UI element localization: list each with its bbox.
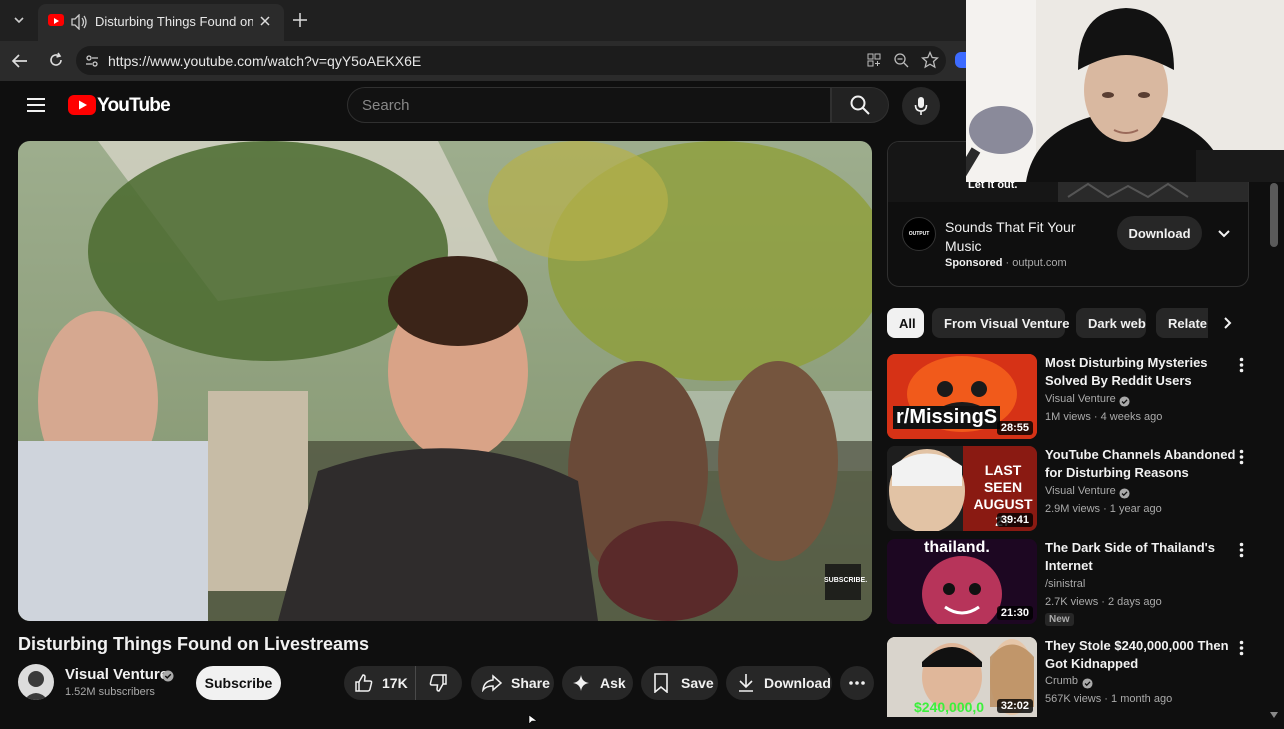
voice-search-button[interactable] xyxy=(902,87,940,125)
rec-more-vertical-icon[interactable] xyxy=(1239,449,1244,470)
new-tab-icon[interactable] xyxy=(290,10,310,30)
rec-more-vertical-icon[interactable] xyxy=(1239,542,1244,563)
ad-sponsor-line: Sponsored · output.com xyxy=(945,257,1067,269)
rec-title[interactable]: They Stole $240,000,000 Then Got Kidnappe… xyxy=(1045,637,1229,673)
chips-next-chevron-icon[interactable] xyxy=(1212,308,1244,338)
rec-thumbnail[interactable]: $240,000,0 32:02 xyxy=(887,637,1037,717)
browser-tab-active[interactable]: Disturbing Things Found on Li xyxy=(38,4,284,41)
tab-title: Disturbing Things Found on Li xyxy=(95,14,253,29)
rec-title[interactable]: The Dark Side of Thailand's Internet xyxy=(1045,539,1215,575)
subscriber-count: 1.52M subscribers xyxy=(65,686,155,698)
chip-all[interactable]: All xyxy=(887,308,924,338)
search-icon xyxy=(850,95,870,115)
reload-icon[interactable] xyxy=(46,50,66,70)
app-install-icon[interactable] xyxy=(866,52,882,73)
channel-avatar[interactable] xyxy=(18,664,54,700)
ask-button[interactable]: Ask xyxy=(562,666,633,700)
rec-thumbnail-text: $240,000,0 xyxy=(914,699,985,715)
more-actions-button[interactable] xyxy=(840,666,874,700)
webcam-overlay xyxy=(966,0,1284,182)
channel-name[interactable]: Visual Venture xyxy=(65,666,168,683)
page-scrollbar-track[interactable] xyxy=(1268,133,1280,720)
hamburger-menu-icon[interactable] xyxy=(26,97,46,118)
search-placeholder: Search xyxy=(362,97,410,114)
back-arrow-icon[interactable] xyxy=(10,51,30,71)
download-icon xyxy=(739,674,753,692)
rec-duration: 28:55 xyxy=(996,421,1033,435)
ad-domain: · output.com xyxy=(1005,257,1067,269)
thumbs-up-icon xyxy=(355,674,373,692)
scroll-down-arrow-icon[interactable] xyxy=(1270,705,1278,723)
sponsored-label: Sponsored xyxy=(945,257,1003,269)
search-input[interactable]: Search xyxy=(347,87,831,123)
rec-channel[interactable]: Visual Venture xyxy=(1045,482,1116,500)
subscribe-button[interactable]: Subscribe xyxy=(196,666,281,700)
rec-more-vertical-icon[interactable] xyxy=(1239,357,1244,378)
youtube-favicon-icon xyxy=(48,14,64,26)
video-player[interactable]: SUBSCRIBE. xyxy=(18,141,872,621)
search-button[interactable] xyxy=(831,87,889,123)
ad-avatar[interactable]: OUTPUT xyxy=(902,217,936,251)
new-badge: New xyxy=(1045,613,1074,626)
dislike-button[interactable] xyxy=(416,666,460,700)
rec-duration: 21:30 xyxy=(996,606,1033,620)
download-label: Download xyxy=(764,675,831,691)
like-button[interactable]: 17K xyxy=(344,666,416,700)
ask-label: Ask xyxy=(600,675,626,691)
tab-list-chevron-icon[interactable] xyxy=(8,9,30,31)
rec-thumbnail-text: thailand. xyxy=(924,539,990,556)
share-label: Share xyxy=(511,675,550,691)
save-label: Save xyxy=(681,675,714,691)
mouse-cursor-icon xyxy=(528,711,538,729)
bookmark-star-icon[interactable] xyxy=(920,50,940,74)
video-frame-image xyxy=(18,141,872,621)
download-button[interactable]: Download xyxy=(726,666,832,700)
address-bar[interactable]: https://www.youtube.com/watch?v=qyY5oAEK… xyxy=(76,46,946,75)
rec-duration: 39:41 xyxy=(996,513,1033,527)
share-button[interactable]: Share xyxy=(471,666,554,700)
rec-thumbnail[interactable]: thailand. 21:30 xyxy=(887,539,1037,624)
thumbs-down-icon xyxy=(429,674,447,692)
rec-thumbnail[interactable]: r/MissingS 28:55 xyxy=(887,354,1037,439)
bookmark-icon xyxy=(654,673,668,693)
chip-related[interactable]: Relate xyxy=(1156,308,1208,338)
video-title: Disturbing Things Found on Livestreams xyxy=(18,634,370,654)
rec-duration: 32:02 xyxy=(996,699,1033,713)
rec-thumbnail-text: r/MissingS xyxy=(893,406,1001,429)
more-horizontal-icon xyxy=(849,681,865,685)
save-button[interactable]: Save xyxy=(641,666,718,700)
rec-channel[interactable]: /sinistral xyxy=(1045,575,1085,593)
verified-check-icon xyxy=(162,669,174,687)
site-info-icon[interactable] xyxy=(84,53,100,74)
speaker-icon[interactable] xyxy=(70,13,88,35)
rec-thumbnail[interactable]: LAST SEENAUGUST 272021 39:41 xyxy=(887,446,1037,531)
ad-expand-chevron-icon[interactable] xyxy=(1214,224,1234,244)
like-count: 17K xyxy=(382,675,408,691)
microphone-icon xyxy=(914,97,928,115)
rec-channel[interactable]: Crumb xyxy=(1045,672,1078,690)
rec-channel[interactable]: Visual Venture xyxy=(1045,390,1116,408)
rec-title[interactable]: Most Disturbing Mysteries Solved By Reddi… xyxy=(1045,354,1208,390)
rec-title[interactable]: YouTube Channels Abandoned for Disturbing… xyxy=(1045,446,1235,482)
close-tab-icon[interactable] xyxy=(256,12,274,30)
chip-dark-web[interactable]: Dark web xyxy=(1076,308,1146,338)
chip-from-visual-venture[interactable]: From Visual Venture xyxy=(932,308,1069,338)
rec-more-vertical-icon[interactable] xyxy=(1239,640,1244,661)
rec-meta: 1M views · 4 weeks ago xyxy=(1045,411,1163,423)
ad-title[interactable]: Sounds That Fit Your Music xyxy=(945,218,1076,256)
youtube-logo-icon[interactable] xyxy=(68,95,96,115)
sparkle-icon xyxy=(573,675,589,691)
zoom-icon[interactable] xyxy=(893,52,909,73)
rec-meta: 2.9M views · 1 year ago xyxy=(1045,503,1162,515)
page-scrollbar-thumb[interactable] xyxy=(1270,183,1278,247)
rec-meta: 567K views · 1 month ago xyxy=(1045,693,1173,705)
rec-meta: 2.7K views · 2 days ago xyxy=(1045,596,1162,608)
url-text[interactable]: https://www.youtube.com/watch?v=qyY5oAEK… xyxy=(108,53,421,69)
video-subscribe-watermark[interactable]: SUBSCRIBE. xyxy=(824,577,867,584)
youtube-logo-text[interactable]: YouTube xyxy=(97,95,171,117)
like-dislike-group: 17K xyxy=(344,666,462,700)
ad-download-button[interactable]: Download xyxy=(1117,216,1202,250)
share-icon xyxy=(482,674,503,692)
